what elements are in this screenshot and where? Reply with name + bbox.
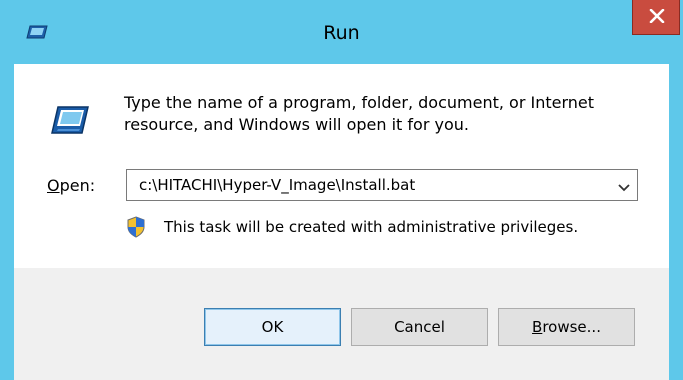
open-label-text: pen: [59,176,96,195]
ok-button[interactable]: OK [204,308,341,346]
open-label: Open: [47,176,95,195]
open-label-accelerator: O [47,176,60,195]
browse-label: rowse... [542,318,601,336]
close-icon [649,9,665,23]
dialog-description: Type the name of a program, folder, docu… [124,93,595,134]
chevron-down-icon[interactable] [617,179,631,192]
run-dialog-window: Run Type the name of a program, folder, … [0,0,683,380]
dialog-body: Type the name of a program, folder, docu… [14,64,669,380]
title-bar[interactable]: Run [0,0,683,64]
browse-accelerator: B [532,318,543,336]
window-title: Run [323,22,360,44]
open-input[interactable] [127,170,597,200]
button-bar: OK Cancel Browse... [14,268,669,380]
open-combobox[interactable] [126,169,638,201]
run-program-icon [50,105,90,135]
cancel-button[interactable]: Cancel [351,308,488,346]
uac-shield-icon [126,216,146,238]
admin-privileges-note: This task will be created with administr… [164,218,579,236]
browse-button[interactable]: Browse... [498,308,635,346]
close-button[interactable] [632,0,680,35]
